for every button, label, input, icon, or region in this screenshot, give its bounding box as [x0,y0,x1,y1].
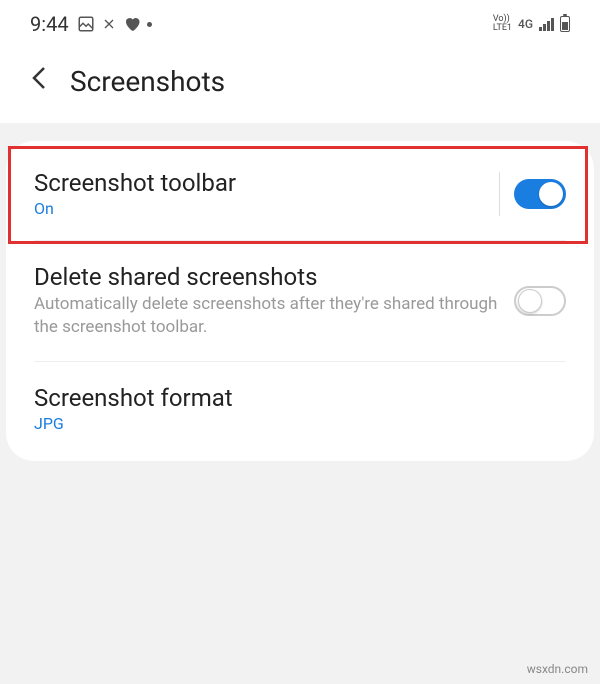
setting-title: Delete shared screenshots [34,263,514,291]
dot-icon [147,22,152,27]
setting-title: Screenshot toolbar [34,169,499,197]
cross-icon [101,16,117,32]
clock: 9:44 [30,12,69,36]
screenshot-toolbar-row[interactable]: Screenshot toolbar On [6,147,594,240]
setting-text: Screenshot format JPG [34,384,566,433]
heart-icon [123,15,141,33]
watermark: wsxdn.com [527,662,588,676]
screenshot-format-row[interactable]: Screenshot format JPG [6,362,594,455]
setting-title: Screenshot format [34,384,566,412]
network-gen: 4G [518,17,533,31]
signal-icon [539,17,554,31]
lte-label: LTE1 [493,24,512,33]
status-left: 9:44 [30,12,152,36]
setting-text: Screenshot toolbar On [34,169,499,218]
image-icon [77,15,95,33]
setting-text: Delete shared screenshots Automatically … [34,263,514,339]
setting-description: Automatically delete screenshots after t… [34,293,514,339]
delete-shared-toggle[interactable] [514,286,566,316]
network-label: Vo)) LTE1 [493,15,512,33]
battery-icon [560,16,570,32]
status-bar: 9:44 Vo)) LTE1 4G [0,0,600,44]
settings-card: Screenshot toolbar On Delete shared scre… [6,141,594,461]
back-button[interactable] [30,64,48,99]
page-title: Screenshots [70,65,225,98]
setting-value: JPG [34,414,566,433]
status-right: Vo)) LTE1 4G [493,15,570,33]
page-header: Screenshots [0,44,600,123]
row-control [499,172,566,216]
screenshot-toolbar-toggle[interactable] [514,179,566,209]
setting-status: On [34,199,499,218]
status-icons-left [77,15,152,33]
delete-shared-row[interactable]: Delete shared screenshots Automatically … [6,241,594,361]
row-control [514,286,566,316]
vertical-divider [499,172,500,216]
